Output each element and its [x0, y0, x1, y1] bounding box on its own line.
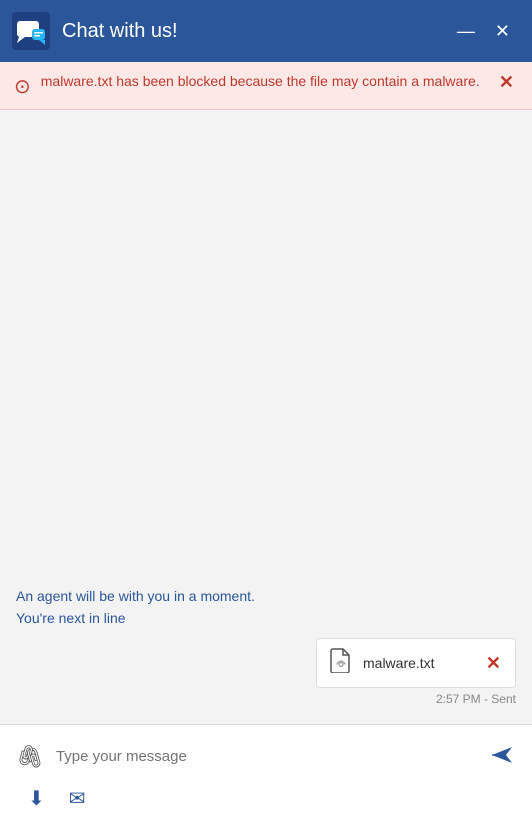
timestamp-row: 2:57 PM - Sent: [16, 692, 516, 706]
email-button[interactable]: ✉: [65, 784, 90, 813]
window-title: Chat with us!: [62, 20, 447, 43]
input-row: 🖇: [12, 737, 520, 776]
chat-window: Chat with us! — ✕ ⊙ malware.txt has been…: [0, 0, 532, 833]
warning-icon: ⊙: [14, 74, 31, 99]
warning-text: malware.txt has been blocked because the…: [41, 72, 485, 92]
bottom-actions: ⬇ ✉: [12, 776, 520, 825]
message-input[interactable]: [56, 748, 476, 765]
attach-button[interactable]: 🖇: [12, 740, 48, 774]
file-icon: [329, 647, 353, 679]
minimize-button[interactable]: —: [447, 18, 485, 44]
warning-close-button[interactable]: ✕: [495, 72, 518, 93]
message-timestamp: 2:57 PM - Sent: [436, 692, 516, 706]
email-icon: ✉: [69, 788, 86, 810]
warning-banner: ⊙ malware.txt has been blocked because t…: [0, 62, 532, 110]
paperclip-icon: 🖇: [16, 744, 44, 769]
send-icon: [488, 741, 516, 769]
file-attachment: malware.txt ✕: [316, 638, 516, 688]
queue-message: You're next in line: [16, 610, 516, 626]
chat-area: An agent will be with you in a moment. Y…: [0, 110, 532, 724]
send-button[interactable]: [484, 737, 520, 776]
input-area: 🖇 ⬇ ✉: [0, 724, 532, 833]
attachment-filename: malware.txt: [363, 655, 474, 671]
titlebar: Chat with us! — ✕: [0, 0, 532, 62]
download-icon: ⬇: [28, 788, 45, 810]
agent-message: An agent will be with you in a moment.: [16, 588, 516, 604]
chat-app-icon: [12, 12, 50, 50]
attachment-remove-button[interactable]: ✕: [484, 653, 503, 674]
close-button[interactable]: ✕: [485, 18, 520, 44]
file-attachment-row: malware.txt ✕: [16, 638, 516, 688]
download-button[interactable]: ⬇: [24, 784, 49, 813]
